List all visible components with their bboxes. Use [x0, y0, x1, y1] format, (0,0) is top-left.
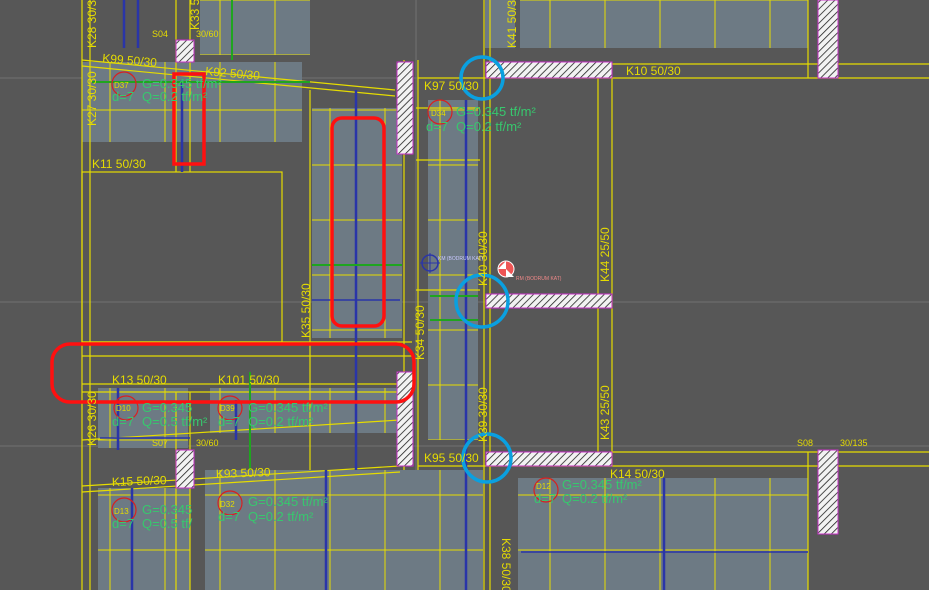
slab-d32-g: G=0.345 tf/m²: [248, 494, 329, 509]
beam-label-k101[interactable]: K101 50/30: [218, 373, 280, 387]
column-dim-s07: 30/60: [196, 438, 219, 448]
beam-label-k97[interactable]: K97 50/30: [424, 79, 479, 93]
slab-d12-id: D12: [536, 482, 551, 491]
wall-middle-stub[interactable]: [485, 293, 613, 309]
slab-d34-d: d=7: [426, 119, 448, 134]
column-label-s08: S08: [797, 438, 813, 448]
column-s07[interactable]: [175, 449, 195, 489]
beam-label-k13[interactable]: K13 50/30: [112, 373, 167, 387]
slab-d32-q: Q=0.2 tf/m²: [248, 509, 314, 524]
slab-d10-g: G=0.345: [142, 400, 192, 415]
column-s08[interactable]: [817, 449, 839, 535]
beam-label-k38[interactable]: K38 50/30: [499, 538, 513, 590]
slab-d34-q: Q=0.2 tf/m²: [456, 119, 522, 134]
beam-label-k35[interactable]: K35 50/30: [299, 283, 313, 338]
origin-marker-2[interactable]: [497, 260, 515, 278]
slab-top-right-panel[interactable]: [520, 0, 808, 48]
slab-d34-label[interactable]: D34 G=0.345 tf/m² d=7 Q=0.2 tf/m²: [426, 104, 537, 134]
slab-d10-q: Q=0.5 tf/m²: [142, 414, 208, 429]
slab-top-middle-panel[interactable]: [200, 0, 310, 55]
column-label-s07: S07: [152, 438, 168, 448]
slab-d39-g: G=0.345 tf/m²: [248, 400, 329, 415]
slab-d10-id: D10: [116, 404, 131, 413]
column-dim-s08: 30/135: [840, 438, 868, 448]
slab-d13-label[interactable]: D13 G=0.345 d=7 Q=0.5 tf/: [112, 502, 193, 531]
slab-d12-label[interactable]: D12 G=0.345 tf/m² d=7 Q=0.2 tf/m²: [534, 477, 643, 506]
beam-label-k33[interactable]: K33 50/30: [188, 0, 202, 30]
beam-label-k26[interactable]: K26 30/30: [85, 391, 99, 446]
slab-d37-q: Q=0.2 tf/m²: [142, 89, 208, 104]
wall-k97-left[interactable]: [396, 61, 414, 155]
slab-d39-d: d=7: [218, 414, 240, 429]
origin-marker-2-label: RM (BODRUM KAT): [516, 276, 562, 282]
slab-d34-panel[interactable]: [428, 100, 478, 440]
column-dim-s04: 30/60: [196, 29, 219, 39]
column-label-s04: S04: [152, 29, 168, 39]
slab-d39-q: Q=0.2 tf/m²: [248, 414, 314, 429]
slab-d12-q: Q=0.2 tf/m²: [562, 491, 628, 506]
wall-bottom-stub[interactable]: [485, 451, 613, 467]
slab-d34-g: G=0.345 tf/m²: [456, 104, 537, 119]
slab-d37-d: d=7: [112, 89, 134, 104]
slab-d39-id: D39: [220, 404, 235, 413]
slab-d34-id: D34: [431, 109, 446, 118]
beam-label-k41[interactable]: K41 50/30: [505, 0, 519, 48]
slab-d10-d: d=7: [112, 414, 134, 429]
slab-d32-d: d=7: [218, 509, 240, 524]
slab-d13-g: G=0.345: [142, 502, 192, 517]
slab-d32-panel[interactable]: [205, 470, 483, 590]
origin-marker-1-label: KM (BODRUM KAT): [438, 256, 484, 262]
beam-label-k95[interactable]: K95 50/30: [424, 451, 479, 465]
beam-label-k10[interactable]: K10 50/30: [626, 64, 681, 78]
slab-d10-label[interactable]: D10 G=0.345 d=7 Q=0.5 tf/m²: [112, 400, 208, 429]
slab-d12-g: G=0.345 tf/m²: [562, 477, 643, 492]
beam-label-k43[interactable]: K43 25/50: [598, 385, 612, 440]
slab-d12-d: d=7: [534, 491, 556, 506]
slab-d39-label[interactable]: D39 G=0.345 tf/m² d=7 Q=0.2 tf/m²: [218, 400, 329, 429]
column-top-right[interactable]: [817, 0, 839, 79]
beam-label-k11[interactable]: K11 50/30: [92, 157, 146, 171]
beam-label-k93[interactable]: K93 50/30: [216, 465, 271, 481]
slab-d32-id: D32: [220, 500, 235, 509]
beam-label-k39[interactable]: K39 30/30: [476, 387, 490, 442]
beam-label-k28[interactable]: K28 30/30: [85, 0, 99, 48]
slab-d13-d: d=7: [112, 516, 134, 531]
beam-label-k44[interactable]: K44 25/50: [598, 227, 612, 282]
beam-label-k15[interactable]: K15 50/30: [112, 473, 167, 489]
beam-label-k34[interactable]: K34 50/30: [413, 305, 427, 360]
wall-top-stub[interactable]: [485, 61, 613, 79]
cad-drawing-canvas[interactable]: K28 30/30 K99 50/30 K27 30/30 K92 50/30 …: [0, 0, 929, 590]
slab-d13-id: D13: [114, 507, 129, 516]
slab-d13-q: Q=0.5 tf/: [142, 516, 193, 531]
wall-k34-left[interactable]: [396, 371, 414, 467]
beam-label-k27[interactable]: K27 30/30: [85, 71, 99, 126]
column-s04[interactable]: [175, 39, 195, 63]
slab-d37-label[interactable]: D37 G=0.345 tf/m² d=7 Q=0.2 tf/m²: [112, 76, 223, 104]
